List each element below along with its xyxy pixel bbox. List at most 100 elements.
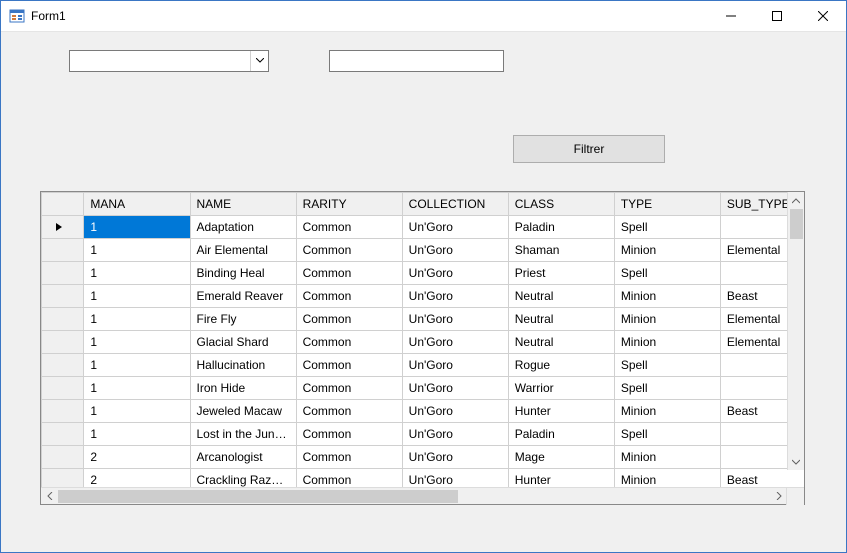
table-row[interactable]: 1Lost in the JungleCommonUn'GoroPaladinS… — [42, 423, 805, 446]
column-header-name[interactable]: NAME — [190, 193, 296, 216]
cell-rarity[interactable]: Common — [296, 285, 402, 308]
cell-class[interactable]: Rogue — [508, 354, 614, 377]
cell-mana[interactable]: 1 — [84, 285, 190, 308]
scroll-left-button[interactable] — [41, 488, 58, 504]
cell-rarity[interactable]: Common — [296, 400, 402, 423]
table-row[interactable]: 1AdaptationCommonUn'GoroPaladinSpell — [42, 216, 805, 239]
cell-name[interactable]: Fire Fly — [190, 308, 296, 331]
cell-name[interactable]: Iron Hide — [190, 377, 296, 400]
filter-combobox[interactable] — [69, 50, 269, 72]
cell-rarity[interactable]: Common — [296, 469, 402, 488]
cell-class[interactable]: Mage — [508, 446, 614, 469]
cell-type[interactable]: Minion — [614, 446, 720, 469]
cell-type[interactable]: Spell — [614, 377, 720, 400]
cell-rarity[interactable]: Common — [296, 262, 402, 285]
cell-collection[interactable]: Un'Goro — [402, 469, 508, 488]
cell-class[interactable]: Hunter — [508, 400, 614, 423]
row-header[interactable] — [42, 354, 84, 377]
cell-type[interactable]: Spell — [614, 354, 720, 377]
table-row[interactable]: 2Crackling Razorm...CommonUn'GoroHunterM… — [42, 469, 805, 488]
cell-rarity[interactable]: Common — [296, 446, 402, 469]
data-grid[interactable]: MANA NAME RARITY COLLECTION CLASS TYPE S… — [40, 191, 805, 505]
cell-mana[interactable]: 1 — [84, 331, 190, 354]
cell-collection[interactable]: Un'Goro — [402, 216, 508, 239]
cell-rarity[interactable]: Common — [296, 308, 402, 331]
cell-rarity[interactable]: Common — [296, 239, 402, 262]
table-row[interactable]: 1Emerald ReaverCommonUn'GoroNeutralMinio… — [42, 285, 805, 308]
row-header[interactable] — [42, 216, 84, 239]
horizontal-scroll-thumb[interactable] — [58, 490, 458, 503]
cell-name[interactable]: Binding Heal — [190, 262, 296, 285]
table-row[interactable]: 2ArcanologistCommonUn'GoroMageMinion — [42, 446, 805, 469]
row-header[interactable] — [42, 446, 84, 469]
cell-name[interactable]: Adaptation — [190, 216, 296, 239]
vertical-scroll-thumb[interactable] — [790, 209, 803, 239]
cell-type[interactable]: Spell — [614, 216, 720, 239]
row-header[interactable] — [42, 308, 84, 331]
cell-rarity[interactable]: Common — [296, 331, 402, 354]
cell-collection[interactable]: Un'Goro — [402, 423, 508, 446]
cell-rarity[interactable]: Common — [296, 354, 402, 377]
cell-rarity[interactable]: Common — [296, 216, 402, 239]
cell-collection[interactable]: Un'Goro — [402, 262, 508, 285]
cell-class[interactable]: Neutral — [508, 285, 614, 308]
column-header-rarity[interactable]: RARITY — [296, 193, 402, 216]
filter-button[interactable]: Filtrer — [513, 135, 665, 163]
table-row[interactable]: 1Fire FlyCommonUn'GoroNeutralMinionEleme… — [42, 308, 805, 331]
row-header[interactable] — [42, 400, 84, 423]
row-header[interactable] — [42, 423, 84, 446]
cell-mana[interactable]: 1 — [84, 354, 190, 377]
cell-collection[interactable]: Un'Goro — [402, 239, 508, 262]
cell-rarity[interactable]: Common — [296, 377, 402, 400]
cell-type[interactable]: Minion — [614, 239, 720, 262]
cell-class[interactable]: Neutral — [508, 331, 614, 354]
cell-collection[interactable]: Un'Goro — [402, 354, 508, 377]
row-header[interactable] — [42, 469, 84, 488]
row-header[interactable] — [42, 377, 84, 400]
row-header[interactable] — [42, 262, 84, 285]
cell-mana[interactable]: 1 — [84, 239, 190, 262]
table-row[interactable]: 1Air ElementalCommonUn'GoroShamanMinionE… — [42, 239, 805, 262]
cell-class[interactable]: Warrior — [508, 377, 614, 400]
cell-name[interactable]: Lost in the Jungle — [190, 423, 296, 446]
cell-name[interactable]: Crackling Razorm... — [190, 469, 296, 488]
cell-collection[interactable]: Un'Goro — [402, 285, 508, 308]
scroll-right-button[interactable] — [770, 488, 787, 504]
cell-collection[interactable]: Un'Goro — [402, 400, 508, 423]
close-button[interactable] — [800, 1, 846, 31]
table-row[interactable]: 1Binding HealCommonUn'GoroPriestSpell — [42, 262, 805, 285]
cell-collection[interactable]: Un'Goro — [402, 377, 508, 400]
cell-mana[interactable]: 2 — [84, 469, 190, 488]
cell-collection[interactable]: Un'Goro — [402, 446, 508, 469]
table-row[interactable]: 1Glacial ShardCommonUn'GoroNeutralMinion… — [42, 331, 805, 354]
cell-type[interactable]: Minion — [614, 469, 720, 488]
vertical-scrollbar[interactable] — [787, 192, 804, 470]
cell-type[interactable]: Spell — [614, 262, 720, 285]
cell-rarity[interactable]: Common — [296, 423, 402, 446]
table-row[interactable]: 1Jeweled MacawCommonUn'GoroHunterMinionB… — [42, 400, 805, 423]
cell-mana[interactable]: 1 — [84, 216, 190, 239]
cell-mana[interactable]: 2 — [84, 446, 190, 469]
cell-name[interactable]: Jeweled Macaw — [190, 400, 296, 423]
cell-class[interactable]: Shaman — [508, 239, 614, 262]
cell-type[interactable]: Spell — [614, 423, 720, 446]
scroll-down-button[interactable] — [788, 453, 804, 470]
column-header-type[interactable]: TYPE — [614, 193, 720, 216]
cell-name[interactable]: Air Elemental — [190, 239, 296, 262]
cell-mana[interactable]: 1 — [84, 262, 190, 285]
cell-name[interactable]: Glacial Shard — [190, 331, 296, 354]
cell-type[interactable]: Minion — [614, 400, 720, 423]
cell-type[interactable]: Minion — [614, 331, 720, 354]
cell-class[interactable]: Hunter — [508, 469, 614, 488]
cell-mana[interactable]: 1 — [84, 423, 190, 446]
column-header-collection[interactable]: COLLECTION — [402, 193, 508, 216]
filter-textbox[interactable] — [329, 50, 504, 72]
cell-name[interactable]: Hallucination — [190, 354, 296, 377]
cell-collection[interactable]: Un'Goro — [402, 331, 508, 354]
column-header-class[interactable]: CLASS — [508, 193, 614, 216]
cell-type[interactable]: Minion — [614, 308, 720, 331]
horizontal-scrollbar[interactable] — [41, 487, 804, 504]
cell-type[interactable]: Minion — [614, 285, 720, 308]
table-row[interactable]: 1Iron HideCommonUn'GoroWarriorSpell — [42, 377, 805, 400]
cell-class[interactable]: Paladin — [508, 423, 614, 446]
